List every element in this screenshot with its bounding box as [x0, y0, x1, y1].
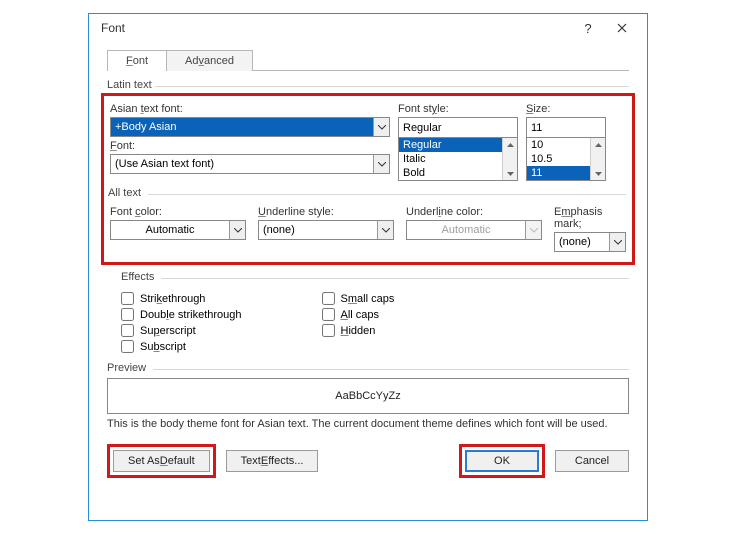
- font-color-combo[interactable]: Automatic: [110, 220, 246, 240]
- tab-advanced[interactable]: Advanced: [167, 50, 253, 71]
- scrollbar[interactable]: [502, 138, 517, 180]
- font-style-list[interactable]: Regular Italic Bold: [398, 137, 518, 181]
- highlight-box-ok: OK: [459, 444, 545, 478]
- highlight-box-top: Asian text font: +Body Asian Font: (Use …: [101, 93, 635, 265]
- tab-font[interactable]: Font: [107, 50, 167, 71]
- underline-style-combo[interactable]: (none): [258, 220, 394, 240]
- emphasis-mark-value: (none): [555, 236, 609, 248]
- scroll-up-icon[interactable]: [503, 138, 517, 151]
- group-all-text: All text: [108, 187, 626, 199]
- label-double-strikethrough: Double strikethrough: [140, 309, 242, 321]
- checkbox-strikethrough[interactable]: [121, 292, 134, 305]
- label-subscript: Subscript: [140, 341, 186, 353]
- asian-font-combo[interactable]: +Body Asian: [110, 117, 390, 137]
- list-item[interactable]: Bold: [399, 166, 517, 180]
- font-combo[interactable]: (Use Asian text font): [110, 154, 390, 174]
- font-style-input[interactable]: Regular: [398, 117, 518, 137]
- titlebar: Font ?: [89, 14, 647, 42]
- checkbox-superscript[interactable]: [121, 324, 134, 337]
- dialog-title: Font: [101, 21, 571, 35]
- label-underline-style: Underline style:: [258, 206, 394, 218]
- font-style-value: Regular: [399, 122, 517, 134]
- group-latin-text: Latin text: [107, 79, 629, 91]
- underline-color-combo: Automatic: [406, 220, 542, 240]
- list-item[interactable]: Italic: [399, 152, 517, 166]
- label-font: Font:: [110, 140, 390, 152]
- preview-note: This is the body theme font for Asian te…: [107, 418, 629, 430]
- help-button[interactable]: ?: [571, 17, 605, 39]
- size-input[interactable]: 11: [526, 117, 606, 137]
- label-all-caps: All caps: [341, 309, 380, 321]
- highlight-box-default: Set As Default: [107, 444, 216, 478]
- label-emphasis-mark: Emphasis mark;: [554, 206, 626, 230]
- button-bar: Set As Default Text Effects... OK Cancel: [107, 444, 629, 478]
- scrollbar[interactable]: [590, 138, 605, 180]
- label-strikethrough: Strikethrough: [140, 293, 205, 305]
- text-effects-button[interactable]: Text Effects...: [226, 450, 319, 472]
- font-color-value: Automatic: [111, 224, 229, 236]
- checkbox-all-caps[interactable]: [322, 308, 335, 321]
- close-button[interactable]: [605, 17, 639, 39]
- size-value: 11: [527, 122, 605, 134]
- close-icon: [617, 23, 627, 33]
- effects-grid: Strikethrough Double strikethrough Super…: [121, 289, 629, 356]
- label-font-color: Font color:: [110, 206, 246, 218]
- set-default-button[interactable]: Set As Default: [113, 450, 210, 472]
- chevron-down-icon: [229, 221, 245, 239]
- scroll-up-icon[interactable]: [591, 138, 605, 151]
- checkbox-small-caps[interactable]: [322, 292, 335, 305]
- label-superscript: Superscript: [140, 325, 196, 337]
- font-dialog: Font ? Font Advanced Latin text Asian te…: [88, 13, 648, 521]
- chevron-down-icon: [377, 221, 393, 239]
- label-size: Size:: [526, 103, 606, 115]
- checkbox-double-strikethrough[interactable]: [121, 308, 134, 321]
- asian-font-value: +Body Asian: [111, 118, 373, 136]
- emphasis-mark-combo[interactable]: (none): [554, 232, 626, 252]
- preview-box: AaBbCcYyZz: [107, 378, 629, 414]
- size-list[interactable]: 10 10.5 11: [526, 137, 606, 181]
- label-small-caps: Small caps: [341, 293, 395, 305]
- group-effects: Effects: [121, 271, 629, 283]
- scroll-down-icon[interactable]: [591, 167, 605, 180]
- group-preview: Preview: [107, 362, 629, 374]
- label-asian-font: Asian text font:: [110, 103, 390, 115]
- chevron-down-icon: [609, 233, 625, 251]
- ok-button[interactable]: OK: [465, 450, 539, 472]
- label-hidden: Hidden: [341, 325, 376, 337]
- label-underline-color: Underline color:: [406, 206, 542, 218]
- checkbox-hidden[interactable]: [322, 324, 335, 337]
- preview-text: AaBbCcYyZz: [335, 390, 400, 402]
- chevron-down-icon: [373, 155, 389, 173]
- chevron-down-icon: [525, 221, 541, 239]
- underline-style-value: (none): [259, 224, 377, 236]
- scroll-down-icon[interactable]: [503, 167, 517, 180]
- tab-strip: Font Advanced: [107, 48, 647, 70]
- tab-content: Latin text Asian text font: +Body Asian …: [107, 70, 629, 430]
- list-item[interactable]: Regular: [399, 138, 517, 152]
- checkbox-subscript[interactable]: [121, 340, 134, 353]
- chevron-down-icon: [373, 118, 389, 136]
- font-value: (Use Asian text font): [111, 158, 373, 170]
- underline-color-value: Automatic: [407, 224, 525, 236]
- cancel-button[interactable]: Cancel: [555, 450, 629, 472]
- label-font-style: Font style:: [398, 103, 518, 115]
